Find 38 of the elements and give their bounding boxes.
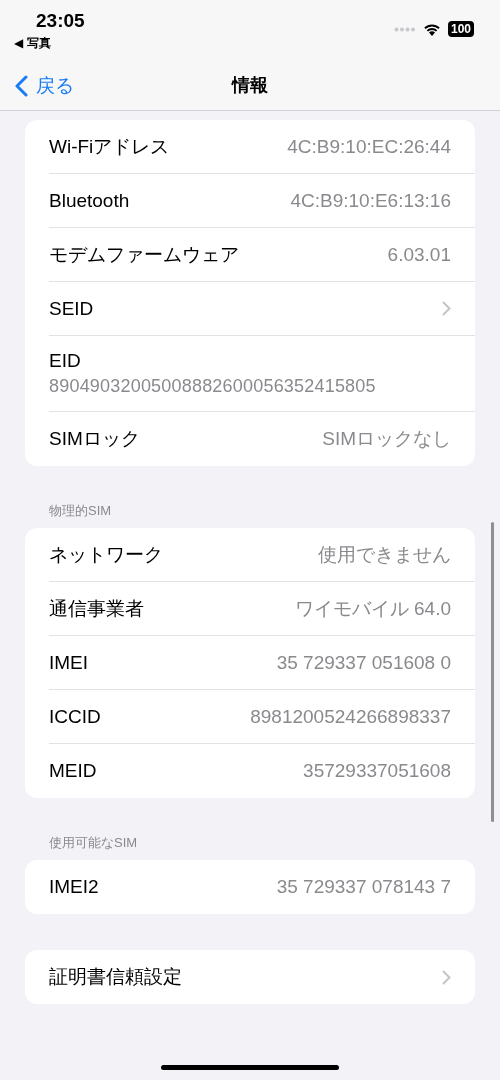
row-label: SEID [49, 297, 94, 320]
back-chevron-icon [14, 75, 28, 97]
row-value: 35 729337 051608 0 [276, 651, 451, 674]
row-label: EID [49, 350, 81, 372]
row-value: 4C:B9:10:EC:26:44 [287, 135, 451, 158]
row-label: Wi-Fiアドレス [49, 134, 170, 159]
row-label: 通信事業者 [49, 596, 144, 621]
row-label: IMEI2 [49, 876, 99, 898]
row-value: 6.03.01 [387, 243, 451, 266]
chevron-icon [442, 301, 451, 316]
battery-level: 100 [447, 21, 474, 37]
row-label: MEID [49, 760, 97, 782]
row-value: 4C:B9:10:E6:13:16 [290, 189, 451, 212]
status-time: 23:05 [36, 10, 85, 32]
row-label: IMEI [49, 651, 89, 674]
row-label: 証明書信頼設定 [49, 965, 182, 989]
row-value: 使用できません [318, 542, 451, 567]
row-value: ワイモバイル 64.0 [294, 596, 451, 621]
back-to-app-link[interactable]: ◀ 写真 [14, 35, 51, 52]
section-header: 物理的SIM [49, 502, 113, 520]
row-label: ICCID [49, 705, 101, 728]
back-button[interactable]: 戻る [14, 73, 74, 99]
row-value: SIMロックなし [322, 427, 451, 451]
row-label: Bluetooth [49, 189, 130, 212]
settings-row[interactable]: SEID [49, 282, 475, 336]
row-value: 35 729337 078143 7 [276, 876, 451, 898]
signal-dots-icon [393, 26, 416, 32]
row-label: ネットワーク [49, 542, 163, 567]
section-header: 使用可能なSIM [49, 834, 139, 852]
row-value: 35729337051608 [303, 760, 451, 782]
wifi-icon [421, 21, 442, 37]
chevron-icon [442, 969, 451, 985]
row-label: SIMロック [49, 427, 140, 451]
row-value: 89049032005008882600056352415805 [49, 376, 376, 397]
page-title: 情報 [232, 74, 268, 97]
row-label: モデムファームウェア [49, 242, 239, 267]
settings-row[interactable]: 証明書信頼設定 [49, 950, 475, 1004]
row-value: 8981200524266898337 [250, 705, 451, 728]
